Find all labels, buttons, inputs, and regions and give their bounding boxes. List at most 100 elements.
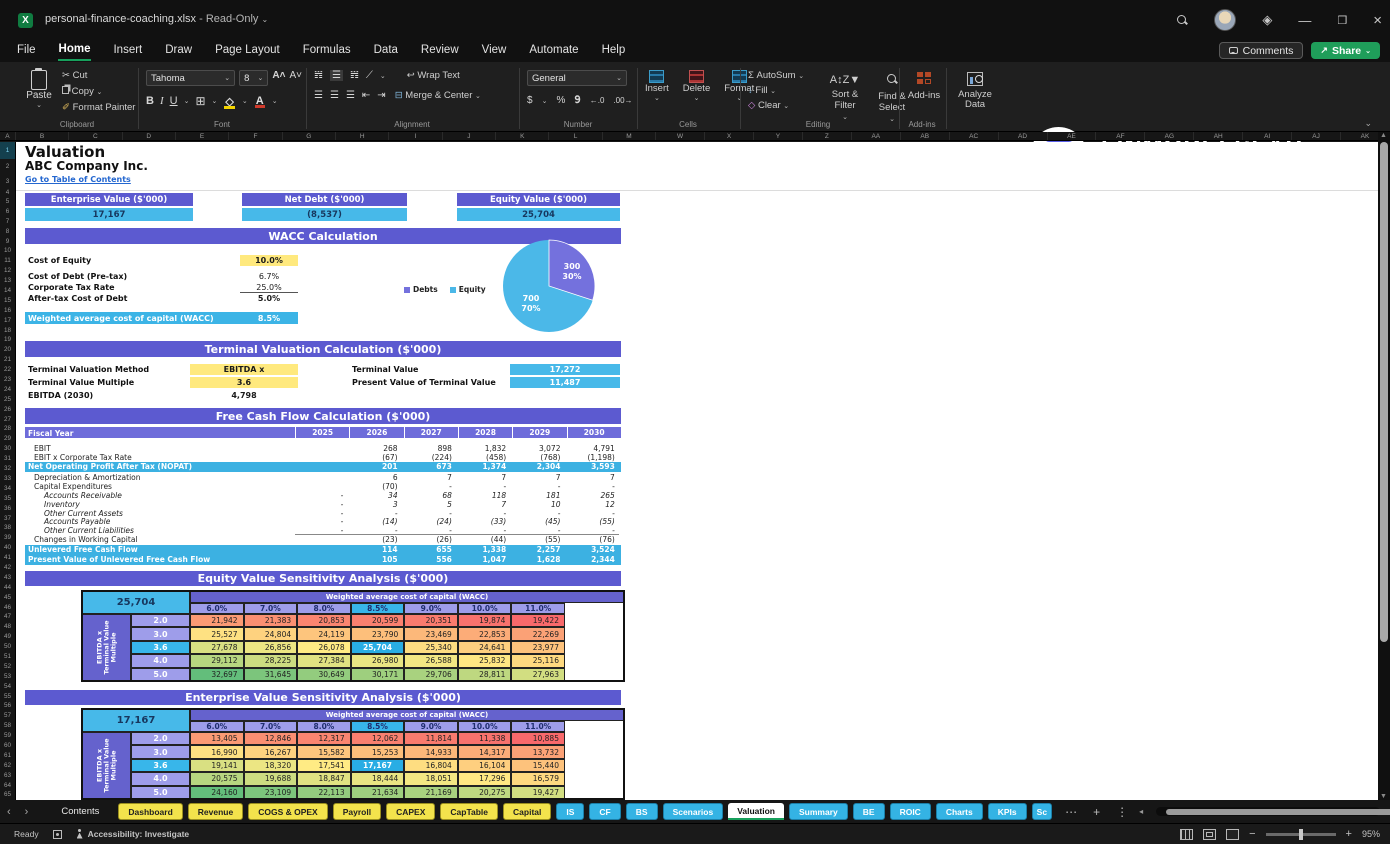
row-header-17[interactable]: 17 (0, 316, 15, 326)
font-name-select[interactable]: Tahoma⌄ (146, 70, 235, 86)
row-header-65[interactable]: 65 (0, 790, 15, 800)
sens-row-header[interactable]: 4.0 (131, 654, 190, 667)
row-header-4[interactable]: 4 (0, 188, 15, 197)
wrap-text-button[interactable]: ↩ Wrap Text (407, 70, 460, 81)
column-headers[interactable]: ABCDEFGHIJKLMWXYZAAABACADAEAFAGAHAIAJAK (0, 132, 1390, 141)
sens-data-cell[interactable]: 18,444 (351, 772, 405, 785)
fcf-cell[interactable]: (14) (349, 517, 397, 526)
sens-col-header[interactable]: 9.0% (404, 721, 458, 732)
fcf-cell[interactable]: (55) (512, 535, 560, 544)
sens-data-cell[interactable]: 17,167 (351, 759, 405, 772)
sheet-tab-scenarios[interactable]: Scenarios (663, 803, 724, 820)
sens-data-cell[interactable]: 28,225 (244, 654, 298, 667)
column-header-AD[interactable]: AD (999, 132, 1048, 140)
increase-indent-button[interactable]: ⇥ (377, 90, 385, 101)
row-header-15[interactable]: 15 (0, 296, 15, 306)
fcf-cell[interactable]: 5 (404, 500, 452, 509)
sens-data-cell[interactable]: 12,062 (351, 732, 405, 745)
fcf-row[interactable]: EBIT2688981,8323,0724,791 (25, 444, 621, 453)
align-left-button[interactable]: ☰ (314, 90, 323, 101)
sens-data-cell[interactable]: 24,119 (297, 627, 351, 640)
row-header-42[interactable]: 42 (0, 563, 15, 573)
column-header-AH[interactable]: AH (1194, 132, 1243, 140)
menu-tab-view[interactable]: View (481, 42, 508, 60)
sheet-tab-revenue[interactable]: Revenue (188, 803, 243, 820)
fcf-cell[interactable]: - (567, 482, 615, 491)
sens-data-cell[interactable]: 21,942 (190, 614, 244, 627)
sens-data-cell[interactable]: 21,634 (351, 786, 405, 799)
menu-tab-automate[interactable]: Automate (528, 42, 579, 60)
fcf-cell[interactable]: (23) (349, 535, 397, 544)
sens-data-cell[interactable]: 20,275 (458, 786, 512, 799)
fcf-cell[interactable]: 655 (404, 545, 452, 554)
column-header-I[interactable]: I (389, 132, 442, 140)
zoom-slider-thumb[interactable] (1299, 829, 1303, 840)
sens-data-cell[interactable]: 26,078 (297, 641, 351, 654)
fcf-cell[interactable]: 118 (458, 491, 506, 500)
column-header-A[interactable]: A (0, 132, 16, 140)
row-header-63[interactable]: 63 (0, 771, 15, 781)
column-header-B[interactable]: B (16, 132, 69, 140)
row-header-53[interactable]: 53 (0, 672, 15, 682)
align-center-button[interactable]: ☰ (330, 90, 339, 101)
tab-scroll-right-icon[interactable]: › (25, 806, 29, 818)
fill-button[interactable]: ↓ Fill ⌄ (748, 85, 804, 96)
fcf-row[interactable]: Net Operating Profit After Tax (NOPAT)20… (25, 462, 621, 472)
summary-value-1[interactable]: (8,537) (242, 208, 407, 221)
sens-data-cell[interactable]: 24,160 (190, 786, 244, 799)
sens-row-header[interactable]: 3.6 (131, 641, 190, 654)
fcf-row[interactable]: Depreciation & Amortization67777 (25, 473, 621, 482)
sens-data-cell[interactable]: 15,253 (351, 745, 405, 758)
align-bottom-button[interactable]: 𝍀 (350, 70, 359, 81)
menu-tab-draw[interactable]: Draw (164, 42, 193, 60)
sheet-canvas[interactable]: Valuation ABC Company Inc. Go to Table o… (16, 142, 1378, 800)
sens-data-cell[interactable]: 25,704 (351, 641, 405, 654)
sens-row-header[interactable]: 3.0 (131, 627, 190, 640)
page-break-view-button[interactable] (1226, 829, 1239, 840)
column-header-Z[interactable]: Z (803, 132, 852, 140)
fcf-cell[interactable]: 898 (404, 444, 452, 453)
zoom-in-button[interactable]: + (1346, 828, 1352, 840)
column-header-C[interactable]: C (69, 132, 122, 140)
sens-col-header[interactable]: 11.0% (511, 603, 565, 614)
format-painter-button[interactable]: ✐ Format Painter (62, 102, 135, 113)
row-header-25[interactable]: 25 (0, 395, 15, 405)
sens-data-cell[interactable]: 24,641 (458, 641, 512, 654)
sens-data-cell[interactable]: 25,832 (458, 654, 512, 667)
menu-tab-data[interactable]: Data (373, 42, 399, 60)
sens-data-cell[interactable]: 12,317 (297, 732, 351, 745)
sheet-tab-roic[interactable]: ROIC (890, 803, 931, 820)
sens-data-cell[interactable]: 16,267 (244, 745, 298, 758)
borders-button[interactable]: ⊞ (195, 94, 205, 108)
fcf-cell[interactable]: 2,344 (567, 555, 615, 564)
sheet-tab-payroll[interactable]: Payroll (333, 803, 381, 820)
row-headers[interactable]: 1234567891011121314151617181920212223242… (0, 142, 16, 800)
row-header-3[interactable]: 3 (0, 175, 15, 188)
sens-data-cell[interactable]: 15,582 (297, 745, 351, 758)
paste-button[interactable]: Paste⌄ (24, 68, 54, 124)
fcf-cell[interactable]: 12 (567, 500, 615, 509)
sens-col-header[interactable]: 8.5% (351, 721, 405, 732)
fcf-cell[interactable]: (76) (567, 535, 615, 544)
sens-data-cell[interactable]: 20,599 (351, 614, 405, 627)
column-header-K[interactable]: K (496, 132, 549, 140)
fcf-cell[interactable]: 3 (349, 500, 397, 509)
row-header-36[interactable]: 36 (0, 504, 15, 514)
column-header-AA[interactable]: AA (852, 132, 901, 140)
sens-data-cell[interactable]: 16,804 (404, 759, 458, 772)
share-button[interactable]: ↗ Share ⌄ (1311, 42, 1380, 59)
sheet-tab-bs[interactable]: BS (626, 803, 658, 820)
search-icon[interactable] (1177, 15, 1188, 26)
fcf-cell[interactable]: 105 (349, 555, 397, 564)
grow-font-button[interactable]: A˄ (272, 70, 285, 86)
column-header-AC[interactable]: AC (950, 132, 999, 140)
sens-row-header[interactable]: 3.6 (131, 759, 190, 772)
column-header-J[interactable]: J (443, 132, 496, 140)
column-header-G[interactable]: G (283, 132, 336, 140)
normal-view-button[interactable] (1180, 829, 1193, 840)
column-header-M[interactable]: M (603, 132, 656, 140)
fcf-cell[interactable]: 3,524 (567, 545, 615, 554)
close-button[interactable]: × (1373, 12, 1382, 29)
fcf-row[interactable]: Inventory-3571012 (25, 500, 621, 509)
row-header-11[interactable]: 11 (0, 256, 15, 266)
